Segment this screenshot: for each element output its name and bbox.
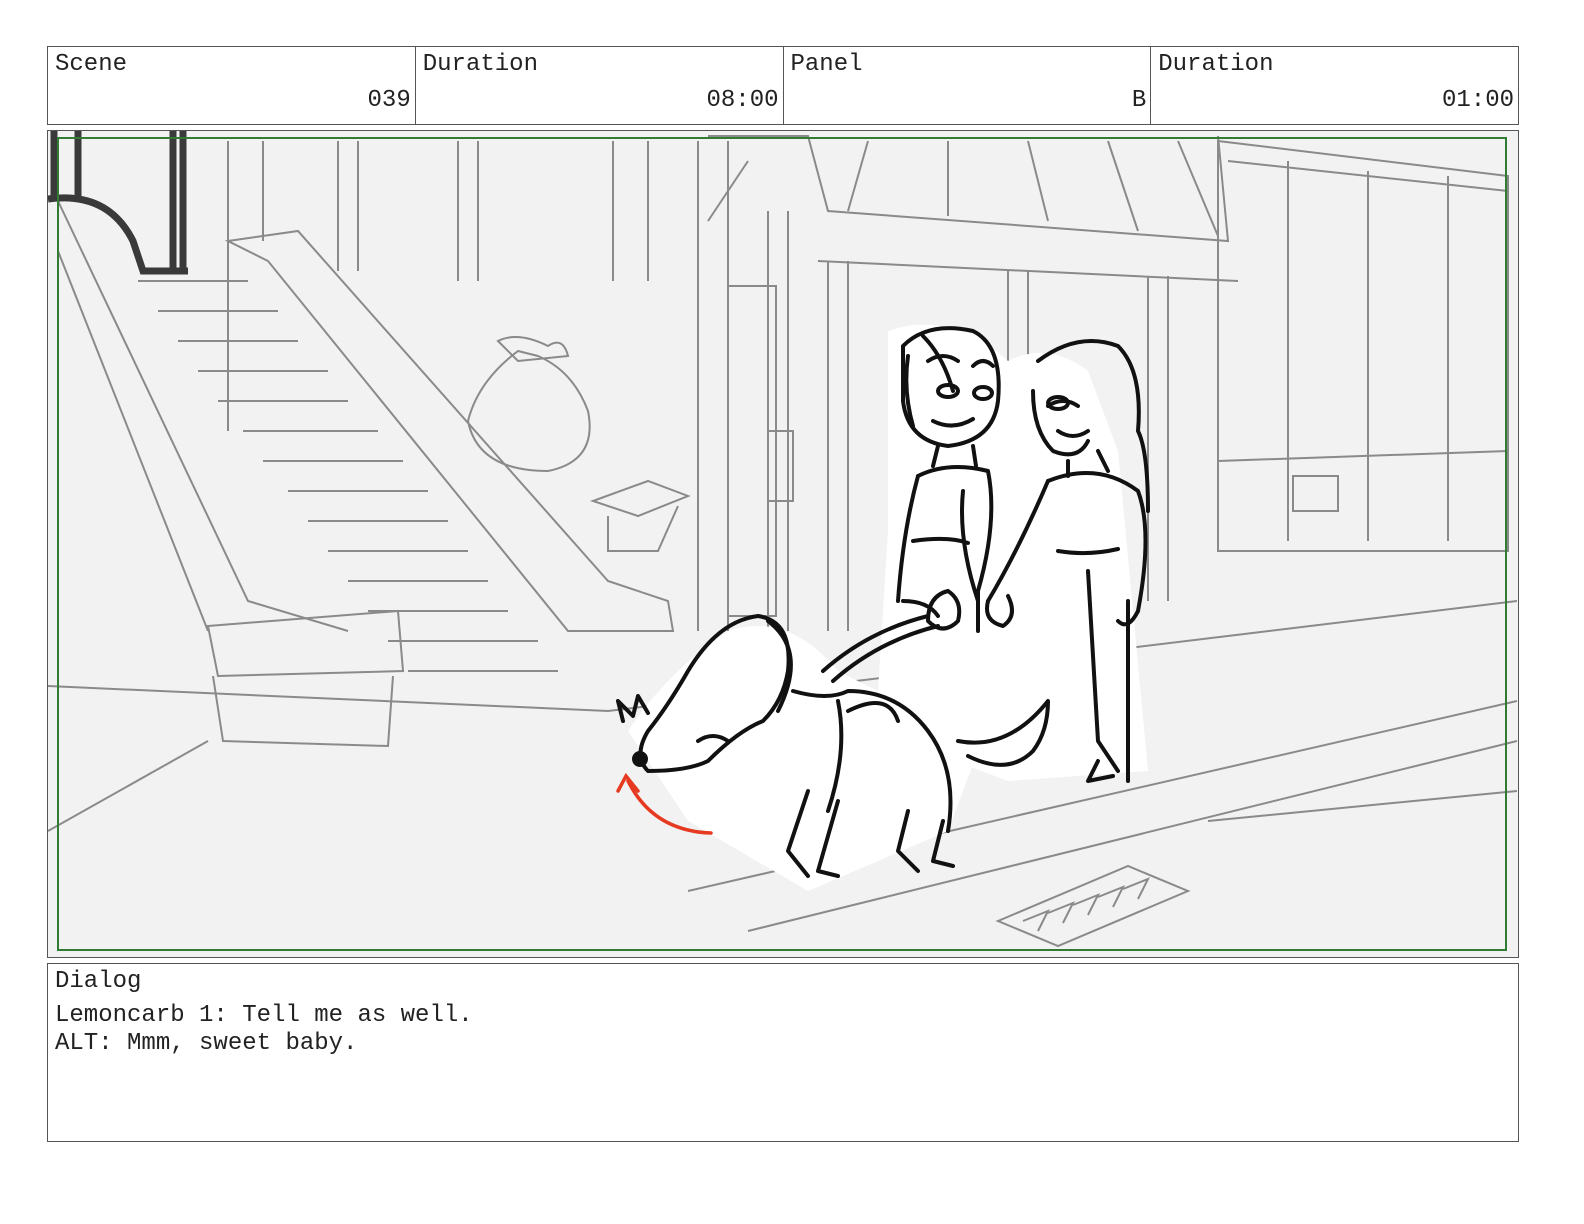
storm-drain <box>995 864 1191 948</box>
dialog-line: Lemoncarb 1: Tell me as well. <box>55 1002 473 1029</box>
dialog-label: Dialog <box>55 968 142 995</box>
storyboard-drawing <box>48 131 1517 951</box>
scene-cell: Scene 039 <box>48 47 416 124</box>
scene-duration-value: 08:00 <box>706 87 779 114</box>
scene-value: 039 <box>367 87 411 114</box>
panel-header: Scene 039 Duration 08:00 Panel B Duratio… <box>47 46 1519 125</box>
panel-duration-cell: Duration 01:00 <box>1151 47 1518 124</box>
storyboard-frame <box>47 130 1519 958</box>
panel-value: B <box>1131 87 1147 114</box>
scene-duration-label: Duration <box>422 51 538 78</box>
dialog-box: Dialog Lemoncarb 1: Tell me as well. ALT… <box>47 963 1519 1142</box>
panel-cell: Panel B <box>784 47 1152 124</box>
scene-label: Scene <box>55 51 128 78</box>
characters <box>628 324 1148 891</box>
panel-duration-value: 01:00 <box>1441 87 1514 114</box>
dialog-lines: Lemoncarb 1: Tell me as well. ALT: Mmm, … <box>55 1002 473 1058</box>
railing <box>48 131 188 275</box>
dialog-line: ALT: Mmm, sweet baby. <box>55 1030 358 1057</box>
panel-duration-label: Duration <box>1158 51 1274 78</box>
scene-duration-cell: Duration 08:00 <box>416 47 784 124</box>
panel-label: Panel <box>790 51 863 78</box>
